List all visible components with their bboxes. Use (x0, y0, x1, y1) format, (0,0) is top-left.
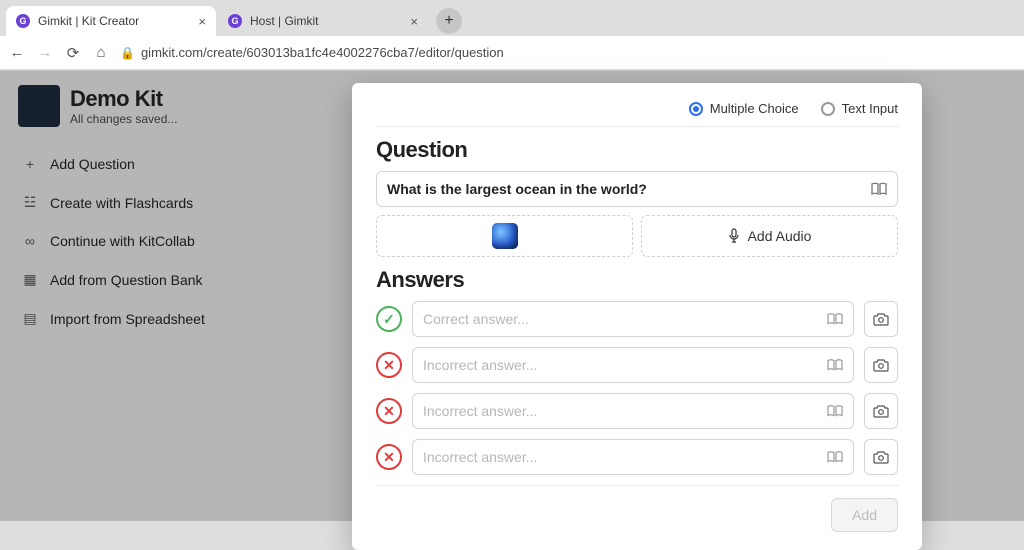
incorrect-mark-icon[interactable]: ✕ (376, 352, 402, 378)
tab-title: Gimkit | Kit Creator (38, 14, 190, 28)
earth-image-icon (492, 223, 518, 249)
camera-icon (873, 405, 889, 418)
camera-icon (873, 359, 889, 372)
answer-input[interactable]: Incorrect answer... (412, 439, 854, 475)
browser-toolbar: ← → ⟳ ⌂ 🔒 gimkit.com/create/603013ba1fc4… (0, 36, 1024, 70)
book-icon[interactable] (827, 359, 843, 371)
question-text-input[interactable]: What is the largest ocean in the world? (376, 171, 898, 207)
tab-title: Host | Gimkit (250, 14, 402, 28)
answer-row: ✕ Incorrect answer... (376, 347, 898, 383)
close-tab-icon[interactable]: × (410, 14, 418, 29)
browser-chrome: G Gimkit | Kit Creator × G Host | Gimkit… (0, 0, 1024, 71)
lock-icon: 🔒 (120, 46, 135, 60)
add-image-button[interactable] (864, 393, 898, 429)
answers-list: ✓ Correct answer... ✕ Incorrect answer..… (376, 301, 898, 475)
answer-input[interactable]: Incorrect answer... (412, 393, 854, 429)
answer-input[interactable]: Incorrect answer... (412, 347, 854, 383)
tab-strip: G Gimkit | Kit Creator × G Host | Gimkit… (0, 0, 1024, 36)
new-tab-button[interactable]: + (436, 8, 462, 34)
add-image-button[interactable] (864, 301, 898, 337)
answers-heading: Answers (376, 267, 898, 293)
favicon-icon: G (16, 14, 30, 28)
answer-placeholder: Incorrect answer... (423, 403, 827, 419)
correct-mark-icon[interactable]: ✓ (376, 306, 402, 332)
answer-row: ✓ Correct answer... (376, 301, 898, 337)
browser-tab-active[interactable]: G Gimkit | Kit Creator × (6, 6, 216, 36)
radio-dot-icon (821, 102, 835, 116)
answer-placeholder: Incorrect answer... (423, 449, 827, 465)
media-row: Add Audio (376, 215, 898, 257)
app-body: Demo Kit All changes saved... + Add Ques… (0, 71, 1024, 521)
incorrect-mark-icon[interactable]: ✕ (376, 398, 402, 424)
url-text: gimkit.com/create/603013ba1fc4e4002276cb… (141, 45, 504, 60)
camera-icon (873, 313, 889, 326)
answer-row: ✕ Incorrect answer... (376, 393, 898, 429)
radio-label: Text Input (842, 101, 898, 116)
book-icon[interactable] (827, 313, 843, 325)
url-bar[interactable]: 🔒 gimkit.com/create/603013ba1fc4e4002276… (120, 45, 1016, 60)
add-audio-box[interactable]: Add Audio (641, 215, 898, 257)
question-type-row: Multiple Choice Text Input (376, 101, 898, 127)
camera-icon (873, 451, 889, 464)
book-icon[interactable] (871, 182, 887, 196)
reload-icon[interactable]: ⟳ (64, 44, 82, 62)
add-audio-label: Add Audio (748, 228, 812, 244)
question-text-value: What is the largest ocean in the world? (387, 181, 871, 197)
incorrect-mark-icon[interactable]: ✕ (376, 444, 402, 470)
home-icon[interactable]: ⌂ (92, 44, 110, 61)
modal-footer: Add (376, 485, 898, 532)
mic-icon (728, 228, 740, 244)
answer-placeholder: Correct answer... (423, 311, 827, 327)
add-image-button[interactable] (864, 439, 898, 475)
forward-icon[interactable]: → (36, 44, 54, 61)
radio-dot-icon (689, 102, 703, 116)
radio-multiple-choice[interactable]: Multiple Choice (689, 101, 799, 116)
answer-input[interactable]: Correct answer... (412, 301, 854, 337)
question-editor-modal: Multiple Choice Text Input Question What… (352, 83, 922, 550)
radio-text-input[interactable]: Text Input (821, 101, 898, 116)
add-image-button[interactable] (864, 347, 898, 383)
browser-tab[interactable]: G Host | Gimkit × (218, 6, 428, 36)
back-icon[interactable]: ← (8, 44, 26, 61)
book-icon[interactable] (827, 451, 843, 463)
answer-placeholder: Incorrect answer... (423, 357, 827, 373)
image-attachment-box[interactable] (376, 215, 633, 257)
add-button[interactable]: Add (831, 498, 898, 532)
radio-label: Multiple Choice (710, 101, 799, 116)
favicon-icon: G (228, 14, 242, 28)
book-icon[interactable] (827, 405, 843, 417)
question-heading: Question (376, 137, 898, 163)
close-tab-icon[interactable]: × (198, 14, 206, 29)
answer-row: ✕ Incorrect answer... (376, 439, 898, 475)
